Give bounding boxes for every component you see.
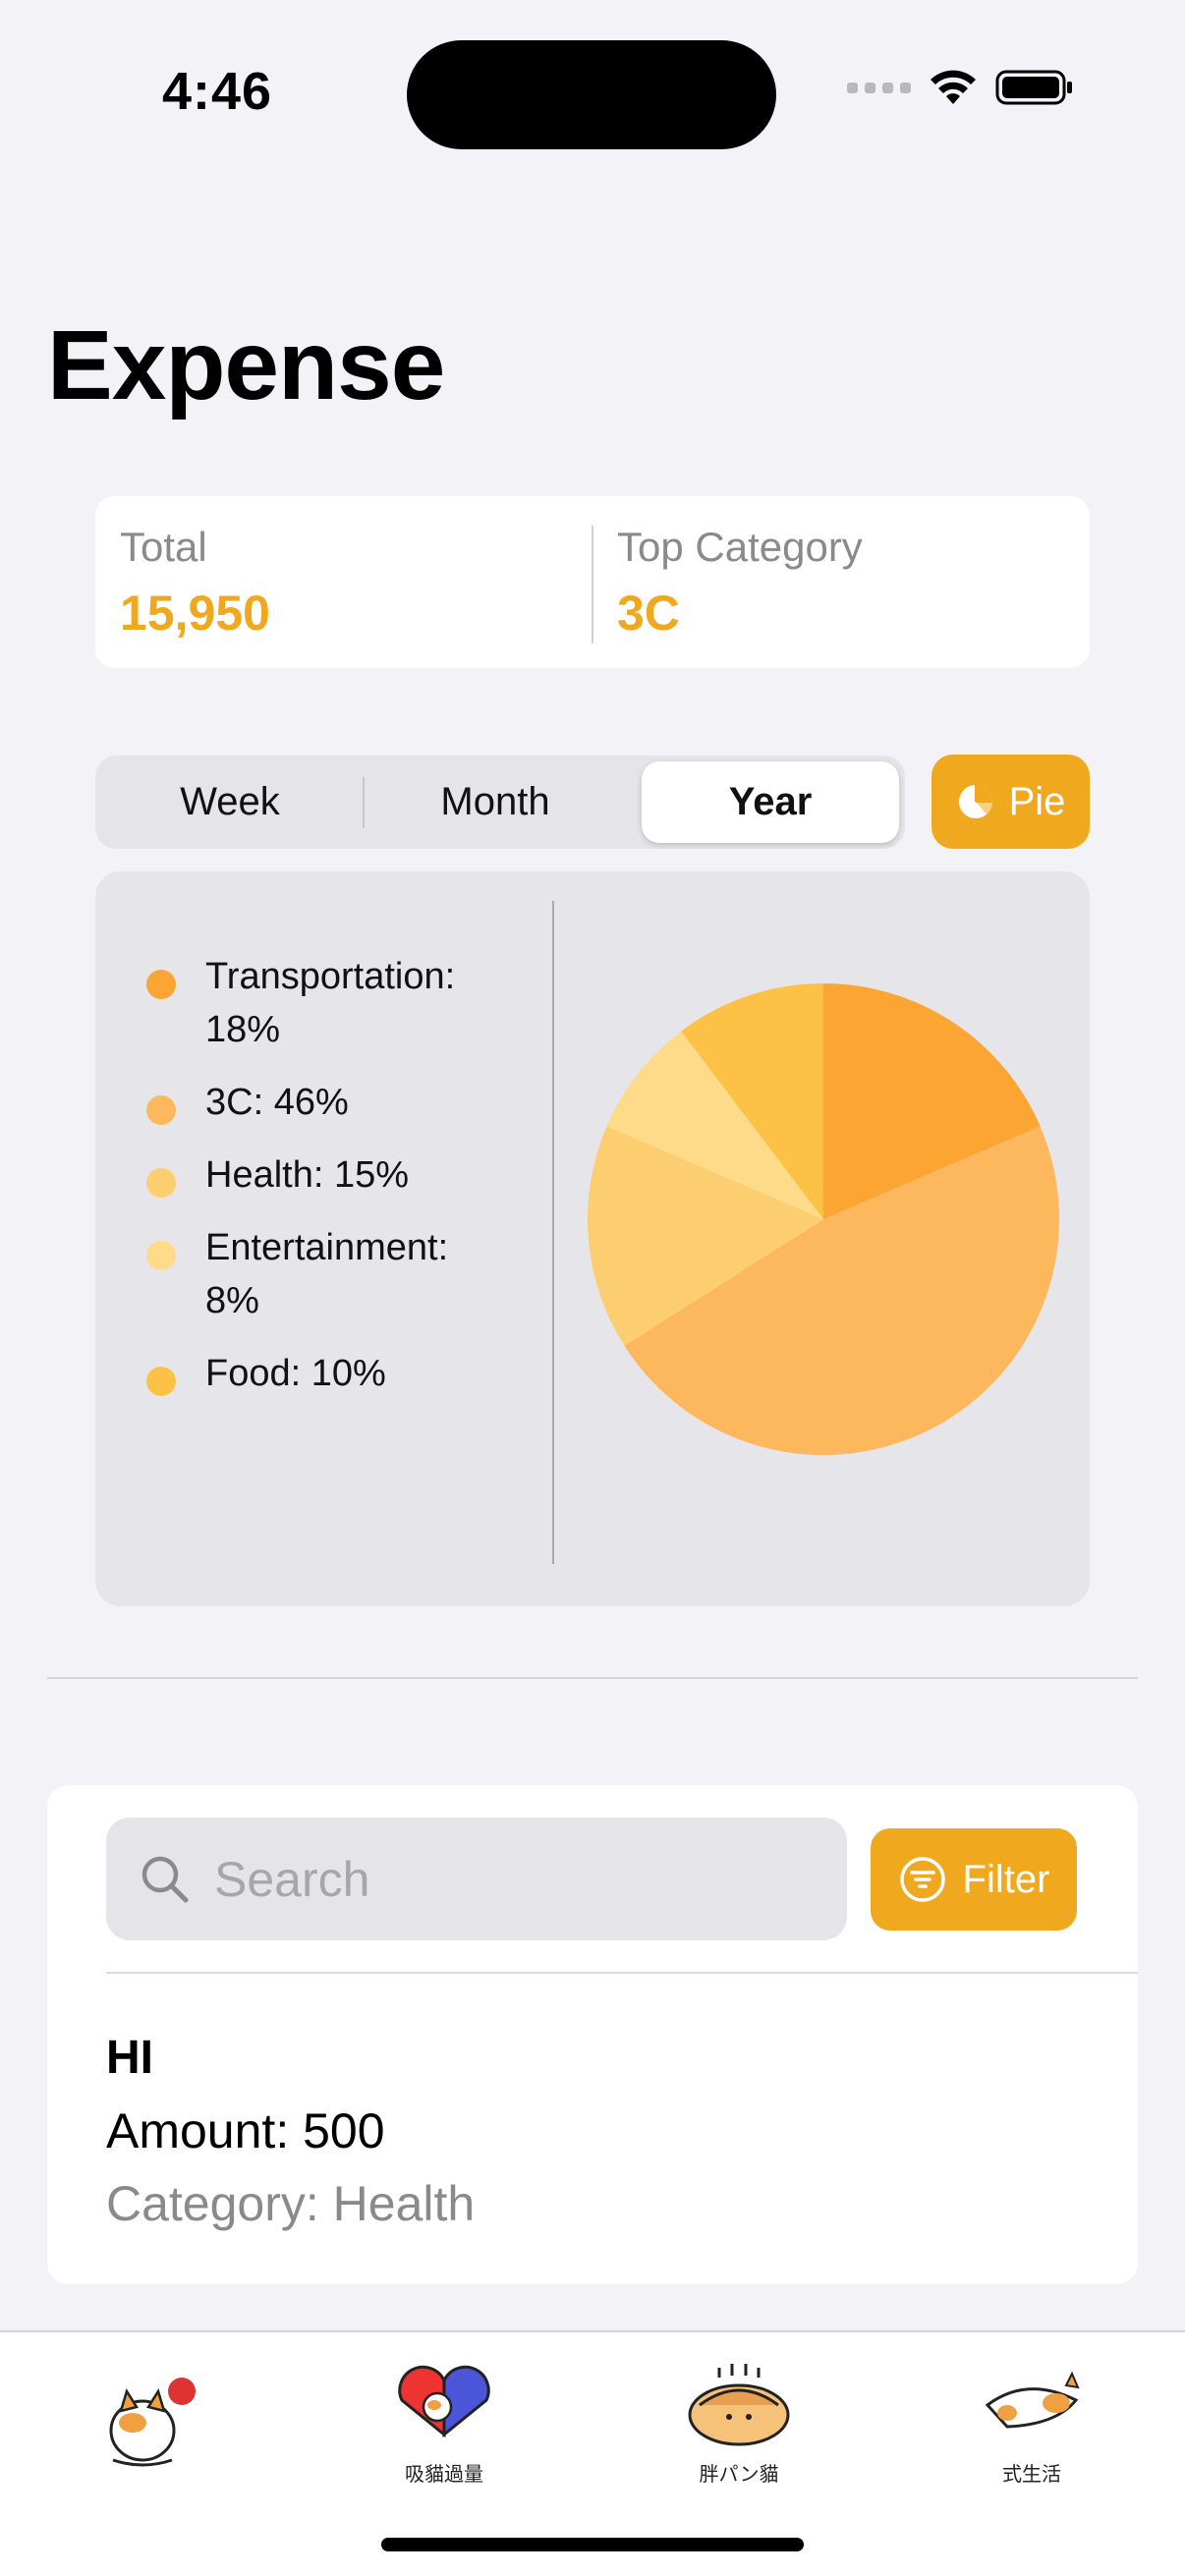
summary-card: Total 15,950 Top Category 3C <box>95 496 1090 668</box>
tab-2[interactable]: 吸貓過量 <box>375 2342 513 2499</box>
segment-divider <box>363 777 365 828</box>
section-divider <box>47 1677 1138 1679</box>
segment-week[interactable]: Week <box>101 761 359 843</box>
chart-card: Transportation: 18% 3C: 46% Health: 15% <box>95 871 1090 1606</box>
tab-4[interactable]: 式生活 <box>963 2342 1100 2499</box>
cellular-signal-icon <box>847 82 911 93</box>
tab-1[interactable] <box>79 2342 216 2499</box>
wifi-icon <box>931 70 976 104</box>
page-title: Expense <box>47 310 445 420</box>
top-category-value: 3C <box>617 586 680 641</box>
search-bar[interactable] <box>106 1818 847 1940</box>
segment-month[interactable]: Month <box>367 761 624 843</box>
total-value: 15,950 <box>120 586 270 641</box>
period-segmented-control: Week Month Year <box>95 756 905 849</box>
expense-list-card: Filter HI Amount: 500 Category: Health <box>47 1785 1138 2284</box>
segment-year[interactable]: Year <box>642 761 899 843</box>
summary-divider <box>592 526 593 644</box>
search-input[interactable] <box>214 1850 823 1908</box>
item-category: Category: Health <box>106 2176 476 2231</box>
filter-button[interactable]: Filter <box>871 1828 1077 1931</box>
list-divider <box>106 1972 1138 1974</box>
home-indicator <box>381 2538 804 2551</box>
pie-chart-icon <box>958 785 992 818</box>
filter-icon <box>899 1857 945 1902</box>
tab-3[interactable]: 胖パン貓 <box>670 2342 808 2499</box>
bread-cat-sticker-icon <box>688 2363 790 2445</box>
expense-screen: 4:46 Expense Total 15,950 Top Category 3… <box>0 0 1185 2576</box>
tab-caption: 式生活 <box>1002 2461 1061 2486</box>
battery-icon <box>995 70 1072 105</box>
pie-button-label: Pie <box>1008 779 1066 823</box>
pie-chart-toggle-button[interactable]: Pie <box>931 755 1090 849</box>
search-icon <box>141 1856 189 1902</box>
pie-chart <box>588 983 1059 1455</box>
status-time: 4:46 <box>162 62 273 121</box>
top-category-label: Top Category <box>617 524 863 570</box>
cat-capsule-sticker-icon <box>398 2365 490 2437</box>
status-icons <box>847 69 1074 106</box>
cat-sticker-icon <box>109 2378 196 2467</box>
total-label: Total <box>120 524 207 570</box>
item-title: HI <box>106 2032 153 2084</box>
tab-caption: 吸貓過量 <box>405 2461 483 2486</box>
stretching-cat-sticker-icon <box>985 2371 1080 2429</box>
tab-caption: 胖パン貓 <box>699 2461 779 2486</box>
dynamic-island <box>407 40 776 149</box>
filter-label: Filter <box>962 1857 1050 1901</box>
item-amount: Amount: 500 <box>106 2103 385 2158</box>
